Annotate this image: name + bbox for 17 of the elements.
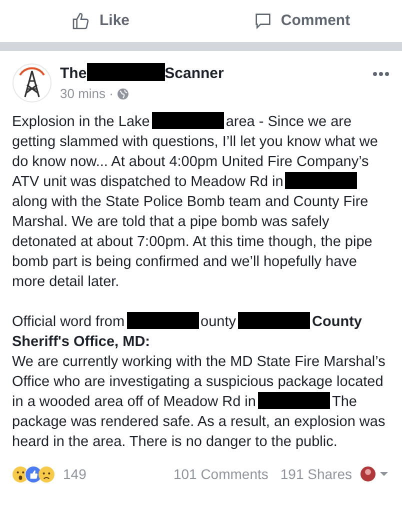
avatar-caret-icon[interactable] bbox=[360, 466, 390, 482]
reaction-count[interactable]: 149 bbox=[63, 464, 86, 484]
globe-icon bbox=[117, 88, 130, 100]
sad-reaction-icon bbox=[38, 466, 55, 482]
post-paragraph: We are currently working with the MD State Fire Marshal’s Office who are investigating a suspicious package located in a wooded area off of Meadow Rd in The package was rendered safe. As a result, an explosion was heard in the area. There is no danger to the public. bbox=[12, 352, 386, 452]
page-name[interactable]: The Scanner bbox=[60, 63, 364, 84]
post-time: 30 mins · bbox=[60, 85, 114, 103]
post-paragraph: Explosion in the Lake area - Since we are getting slammed with questions, I’ll let you know what we do know now... At about 4:00pm United Fire Company’s ATV unit was dispatched to Meadow Rd in along with the State Police Bomb team and County Fire Marshal. We are told that a pipe bomb was safely detonated at about 7:00pm. At this time though, the pipe bomb part is being confirmed and we’ll hopefully have more detail later. bbox=[12, 112, 379, 292]
comment-button[interactable]: Comment bbox=[201, 0, 402, 42]
tower-logo-icon bbox=[12, 63, 52, 103]
shares-count[interactable]: 191 Shares bbox=[280, 464, 352, 484]
speech-bubble-icon bbox=[252, 11, 273, 31]
comments-count[interactable]: 101 Comments bbox=[173, 464, 268, 484]
more-options-icon[interactable] bbox=[372, 71, 390, 77]
post-paragraph: Official word from ounty County Sheriff's Office, MD: bbox=[12, 312, 363, 352]
like-button[interactable]: Like bbox=[0, 0, 201, 42]
thumbs-up-icon bbox=[71, 11, 92, 31]
